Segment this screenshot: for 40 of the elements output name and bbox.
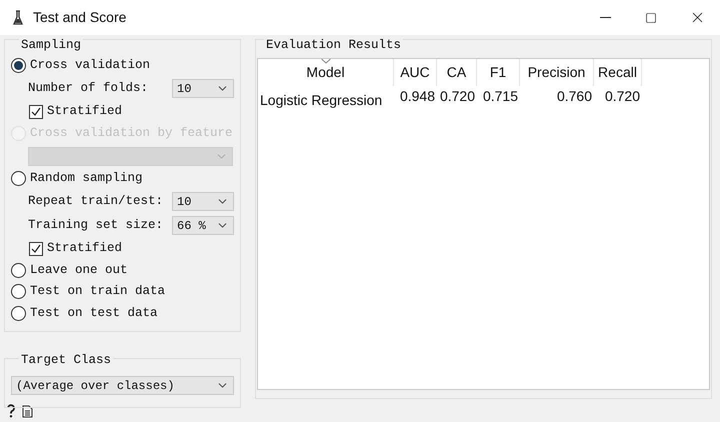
sort-icon: [321, 59, 330, 64]
checkbox[interactable]: [29, 242, 43, 256]
column-header[interactable]: Model: [258, 59, 394, 86]
minimize-icon: [600, 17, 610, 18]
table-cell-text: Logistic Regression: [259, 91, 384, 108]
document-icon[interactable]: [22, 404, 33, 418]
checkbox-label: Stratified: [47, 103, 122, 120]
radio-label: Test on test data: [30, 304, 158, 322]
radio-label: Random sampling: [30, 170, 143, 188]
checkbox[interactable]: [29, 104, 43, 118]
table-cell-text: 0.720: [438, 87, 476, 106]
field-label: Repeat train/test:: [28, 193, 164, 210]
radio-label: Leave one out: [30, 262, 128, 279]
dropdown[interactable]: 10: [172, 192, 234, 211]
table-cell-text: 0.948: [398, 87, 436, 106]
dropdown[interactable]: (Average over classes): [11, 376, 234, 395]
maximize-icon: [645, 12, 657, 24]
radio-button[interactable]: [11, 306, 26, 321]
dropdown[interactable]: 66 %: [172, 216, 234, 235]
radio-button[interactable]: [11, 58, 26, 74]
radio-button[interactable]: [11, 262, 26, 278]
column-header[interactable]: AUC: [394, 59, 437, 86]
radio-button[interactable]: [11, 284, 26, 300]
radio-label: Cross validation: [30, 57, 150, 74]
radio-button[interactable]: [11, 171, 26, 186]
field-label: Training set size:: [28, 217, 164, 234]
radio-label: Test on train data: [30, 283, 166, 300]
window-title: Test and Score: [33, 8, 126, 27]
column-header[interactable]: Precision: [520, 59, 594, 86]
table-cell-text: 0.720: [604, 87, 641, 106]
flask-icon: [13, 10, 23, 26]
table-cell-text: 0.715: [482, 87, 519, 106]
column-header[interactable]: F1: [477, 59, 520, 86]
dropdown[interactable]: 10: [172, 79, 234, 98]
table-cell-text: 0.760: [556, 87, 593, 106]
checkbox-label: Stratified: [47, 240, 122, 258]
column-header[interactable]: CA: [437, 59, 477, 86]
help-icon[interactable]: [6, 404, 16, 418]
column-header[interactable]: Recall: [594, 59, 642, 86]
field-label: Number of folds:: [28, 80, 148, 98]
